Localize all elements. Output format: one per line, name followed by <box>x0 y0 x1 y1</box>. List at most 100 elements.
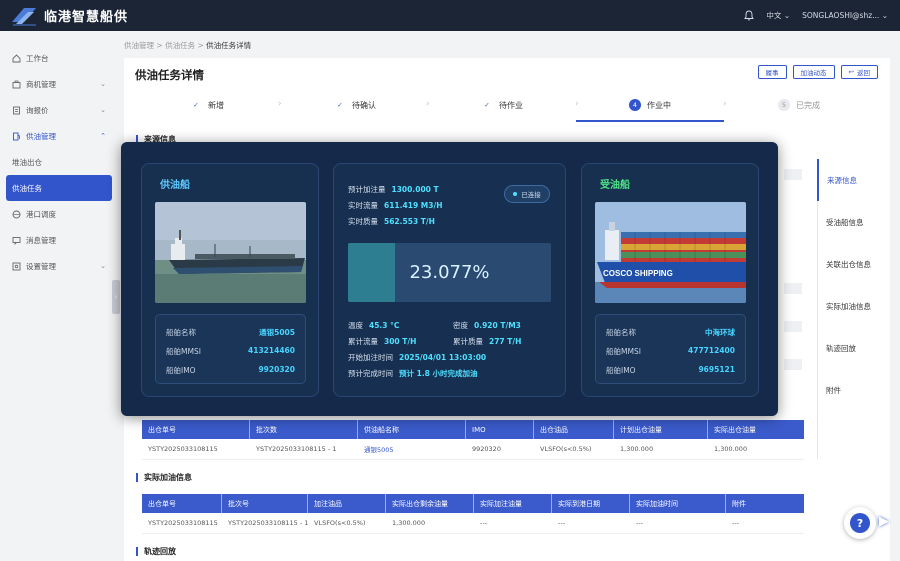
sidebar-item-quote[interactable]: 询报价 ⌄ <box>6 97 112 123</box>
breadcrumb-fuel-management[interactable]: 供油管理 <box>124 41 154 50</box>
density: 密度 0.920 T/M3 <box>453 321 521 330</box>
chevron-up-icon: ⌃ <box>100 132 106 140</box>
chevron-down-icon: ⌄ <box>100 80 106 88</box>
step-completed: 5 已完成 <box>778 99 820 111</box>
sidebar-item-fuel-management[interactable]: 供油管理 ⌃ <box>6 123 112 149</box>
help-button[interactable]: ? <box>844 507 876 539</box>
fueling-monitor-modal: 供油船 船舶名称 通银5005 船舶MMSI 413214460 船舶IMO 9920… <box>121 142 778 416</box>
supply-ship-mmsi-row: 船舶MMSI 413214460 <box>166 346 295 356</box>
active-step-indicator <box>576 120 724 122</box>
globe-icon <box>12 210 21 219</box>
chevron-down-icon: ⌄ <box>100 262 106 270</box>
sidebar-item-fuel-task[interactable]: 供油任务 <box>6 175 112 201</box>
table-row: YSTY2025033108115 YSTY2025033108115 - 1 … <box>142 439 804 460</box>
anchor-attachment[interactable]: 附件 <box>818 369 890 411</box>
chevron-left-icon: ‹ <box>114 293 118 301</box>
settings-icon <box>12 262 21 271</box>
connection-status-badge: 已连接 <box>504 185 550 203</box>
step-pending-confirm: ✓ 待确认 <box>334 99 376 111</box>
estimated-finish: 预计完成时间 预计 1.8 小时完成加油 <box>348 369 478 378</box>
sidebar-item-opportunity[interactable]: 商机管理 ⌄ <box>6 71 112 97</box>
temperature: 温度 45.3 °C <box>348 321 400 330</box>
anchor-outbound[interactable]: 关联出仓信息 <box>818 243 890 285</box>
realtime-flow: 实时流量 611.419 M3/H <box>348 201 443 210</box>
sidebar-item-messages[interactable]: 消息管理 <box>6 227 112 253</box>
placeholder-row <box>784 283 802 294</box>
chevron-right-icon: › <box>278 99 282 109</box>
fueling-progress-bar: 23.077% <box>348 243 551 302</box>
progress-percent: 23.077% <box>409 262 490 283</box>
home-icon <box>12 53 21 63</box>
actual-fuel-table: 出仓单号 批次号 加注油品 实际出仓剩余油量 实际加注油量 实际到港日期 实际加… <box>142 494 804 534</box>
anchor-source[interactable]: 来源信息 <box>817 159 890 201</box>
breadcrumb: 供油管理 > 供油任务 > 供油任务详情 <box>124 41 252 50</box>
message-icon <box>12 236 21 245</box>
sidebar-item-port-dispatch[interactable]: 港口调度 <box>6 201 112 227</box>
chevron-down-icon: ⌄ <box>100 106 106 114</box>
outbound-table: 出仓单号 批次数 供油船名称 IMO 出仓油品 计划出仓油量 实际出仓油量 YS… <box>142 420 804 460</box>
step-new: ✓ 新增 <box>190 99 224 111</box>
expand-arrow-icon[interactable]: ▶ <box>879 514 889 529</box>
check-icon: ✓ <box>337 101 343 109</box>
receiving-ship-mmsi-row: 船舶MMSI 477712400 <box>606 346 735 356</box>
user-menu[interactable]: SONGLAOSHI@shz... ⌄ <box>802 11 888 20</box>
section-title-actual-fuel: 实际加油信息 <box>136 473 192 482</box>
start-time: 开始加注时间 2025/04/01 13:03:00 <box>348 353 487 362</box>
receiving-ship-imo-row: 船舶IMO 9695121 <box>606 365 735 375</box>
back-icon: ↩ <box>848 68 854 76</box>
chevron-down-icon: ⌄ <box>783 11 791 20</box>
cumulative-flow: 累计流量 300 T/H <box>348 337 417 346</box>
supply-ship-imo-row: 船舶IMO 9920320 <box>166 365 295 375</box>
history-button[interactable]: 履事 <box>757 65 787 79</box>
help-icon: ? <box>850 513 870 533</box>
sidebar-item-settings[interactable]: 设置管理 ⌄ <box>6 253 112 279</box>
planned-amount: 预计加注量 1300.000 T <box>348 185 439 194</box>
receiving-ship-photo: COSCO SHIPPING <box>595 202 746 303</box>
supply-ship-title: 供油船 <box>160 180 190 191</box>
top-bar: 临港智慧船供 中文 ⌄ SONGLAOSHI@shz... ⌄ <box>0 0 900 31</box>
anchor-track[interactable]: 轨迹回放 <box>818 327 890 369</box>
section-title-track: 轨迹回放 <box>136 547 176 556</box>
hull-lettering: COSCO SHIPPING <box>603 269 673 278</box>
table-header: 出仓单号 批次数 供油船名称 IMO 出仓油品 计划出仓油量 实际出仓油量 <box>142 420 804 439</box>
progress-steps: ✓ 新增 › ✓ 待确认 › ✓ 待作业 › 4 作业中 › 5 已完成 <box>124 93 890 123</box>
placeholder-row <box>784 169 802 180</box>
chevron-right-icon: › <box>723 99 727 109</box>
check-icon: ✓ <box>193 101 199 109</box>
supply-ship-info: 船舶名称 通银5005 船舶MMSI 413214460 船舶IMO 9920320 <box>155 314 306 384</box>
placeholder-row <box>784 359 802 370</box>
cumulative-mass: 累计质量 277 T/H <box>453 337 522 346</box>
breadcrumb-fuel-task[interactable]: 供油任务 <box>165 41 195 50</box>
quote-icon <box>12 106 21 115</box>
breadcrumb-current: 供油任务详情 <box>206 41 252 50</box>
fuel-dynamic-button[interactable]: 加油动态 <box>792 65 835 79</box>
anchor-receiver[interactable]: 受油船信息 <box>818 201 890 243</box>
anchor-actual-fuel[interactable]: 实际加油信息 <box>818 285 890 327</box>
sidebar-item-workbench[interactable]: 工作台 <box>6 45 112 71</box>
step-in-progress: 4 作业中 <box>629 99 671 111</box>
sidebar-item-outbound[interactable]: 堆油出仓 <box>6 149 112 175</box>
supply-ship-link[interactable]: 通银5005 <box>358 440 466 459</box>
check-icon: ✓ <box>484 101 490 109</box>
back-button[interactable]: ↩ 返回 <box>840 65 878 79</box>
receiving-ship-name-row: 船舶名称 中海环球 <box>606 328 735 337</box>
supply-ship-photo <box>155 202 306 303</box>
supply-ship-name-row: 船舶名称 通银5005 <box>166 328 295 337</box>
receiving-ship-title: 受油船 <box>600 180 630 191</box>
placeholder-row <box>784 321 802 332</box>
anchor-nav: 来源信息 受油船信息 关联出仓信息 实际加油信息 轨迹回放 附件 <box>817 159 890 459</box>
chevron-right-icon: › <box>426 99 430 109</box>
app-title: 临港智慧船供 <box>44 10 129 25</box>
receiving-ship-info: 船舶名称 中海环球 船舶MMSI 477712400 船舶IMO 9695121 <box>595 314 746 384</box>
page-header: 供油任务详情 履事 加油动态 ↩ 返回 <box>124 58 890 93</box>
bell-icon[interactable] <box>744 10 755 21</box>
logo-icon <box>12 7 36 25</box>
fuel-icon <box>12 132 21 141</box>
chevron-down-icon: ⌄ <box>881 11 888 20</box>
sidebar-collapse-toggle[interactable]: ‹ <box>112 280 120 314</box>
chevron-right-icon: › <box>575 99 579 109</box>
language-select[interactable]: 中文 ⌄ <box>766 10 790 21</box>
status-dot-icon <box>513 192 518 196</box>
briefcase-icon <box>12 80 21 89</box>
receiving-ship-panel: 受油船 COSCO SHIPPING 船舶名称 中海环球 船舶MMSI 477712… <box>581 163 759 397</box>
